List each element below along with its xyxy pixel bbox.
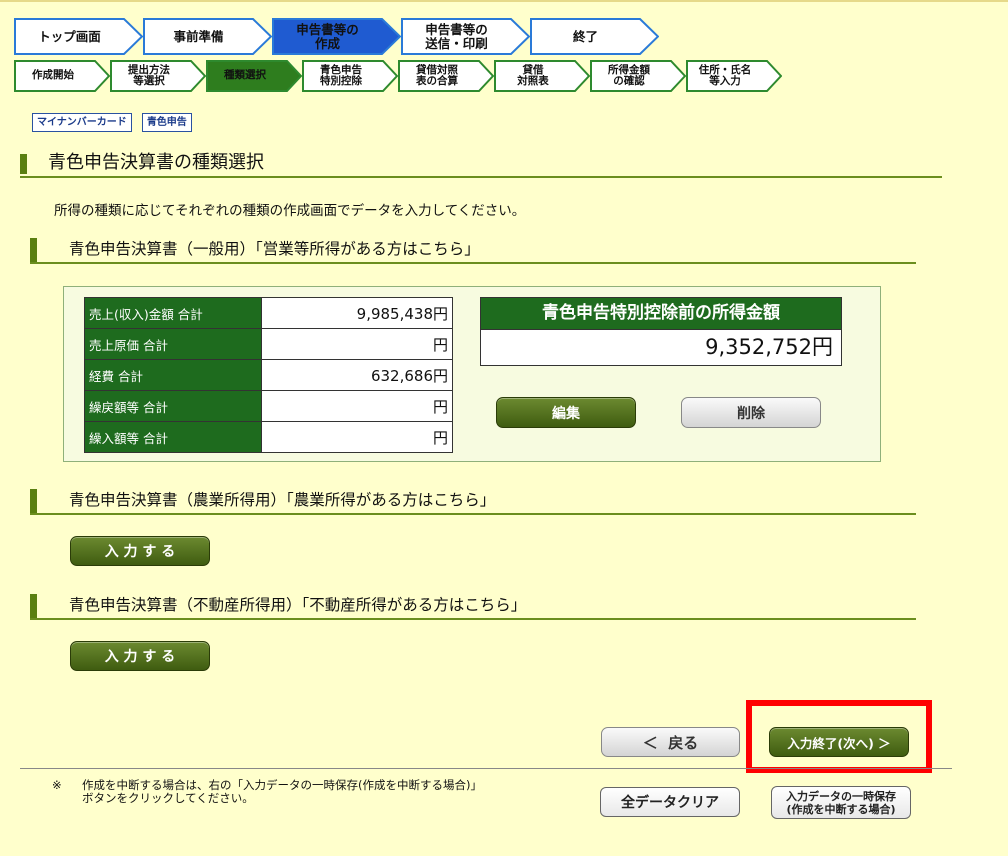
intro-text: 所得の種類に応じてそれぞれの種類の作成画面でデータを入力してください。: [54, 203, 526, 219]
substep-label: 青色申告 特別控除: [320, 63, 362, 87]
title-bar-marker: [20, 154, 27, 174]
filing-badges: マイナンバーカード 青色申告: [32, 113, 192, 132]
substep-blue-deduction: 青色申告 特別控除: [302, 60, 398, 92]
note-text: 作成を中断する場合は、右の「入力データの一時保存(作成を中断する場合)」ボタンを…: [82, 778, 482, 805]
agriculture-section-title: 青色申告決算書（農業所得用）「農業所得がある方はこちら」: [69, 491, 496, 509]
substep-income-confirm: 所得金額 の確認: [590, 60, 686, 92]
income-summary: 青色申告特別控除前の所得金額 9,352,752円: [480, 297, 842, 366]
row-value: 円: [261, 328, 453, 360]
step-label: トップ画面: [38, 28, 101, 44]
row-label: 繰戻額等 合計: [84, 390, 262, 422]
note-mark: ※: [52, 778, 62, 792]
temp-save-line1: 入力データの一時保存: [786, 789, 896, 803]
section-bar-marker: [30, 238, 37, 262]
sub-progress-steps: 作成開始 提出方法 等選択 種類選択 青色申告 特別控除 貸借対照 表の合算 貸…: [14, 60, 782, 92]
row-label: 繰入額等 合計: [84, 421, 262, 453]
table-row: 売上(収入)金額 合計 9,985,438円: [84, 297, 453, 329]
agriculture-section-heading: 青色申告決算書（農業所得用）「農業所得がある方はこちら」: [30, 489, 916, 515]
temp-save-button[interactable]: 入力データの一時保存 (作成を中断する場合): [771, 786, 911, 819]
row-label: 売上原価 合計: [84, 328, 262, 360]
realestate-section-title: 青色申告決算書（不動産所得用）「不動産所得がある方はこちら」: [69, 596, 527, 614]
table-row: 売上原価 合計円: [84, 328, 453, 360]
step-create: 申告書等の 作成: [272, 18, 401, 55]
substep-balance-sheet: 貸借 対照表: [494, 60, 590, 92]
table-row: 繰入額等 合計円: [84, 421, 453, 453]
substep-label: 貸借対照 表の合算: [416, 63, 458, 87]
general-section-heading: 青色申告決算書（一般用）「営業等所得がある方はこちら」: [30, 238, 916, 264]
step-top[interactable]: トップ画面: [14, 18, 143, 55]
substep-label: 貸借 対照表: [517, 63, 549, 87]
step-label: 申告書等の 送信・印刷: [425, 22, 488, 51]
substep-start[interactable]: 作成開始: [14, 60, 110, 92]
row-value: 円: [261, 421, 453, 453]
realestate-input-button[interactable]: 入 力 す る: [70, 641, 210, 671]
general-summary-box: 売上(収入)金額 合計 9,985,438円 売上原価 合計円 経費 合計 632,…: [63, 286, 881, 462]
agriculture-input-button[interactable]: 入 力 す る: [70, 536, 210, 566]
back-button[interactable]: ＜ 戻る: [601, 727, 740, 757]
table-row: 繰戻額等 合計円: [84, 390, 453, 422]
income-label: 青色申告特別控除前の所得金額: [480, 297, 842, 330]
substep-submission-method[interactable]: 提出方法 等選択: [110, 60, 206, 92]
substep-label: 提出方法 等選択: [128, 63, 170, 87]
substep-label: 住所・氏名 等入力: [698, 63, 752, 87]
income-value: 9,352,752円: [480, 330, 842, 366]
step-preparation[interactable]: 事前準備: [143, 18, 272, 55]
step-finish: 終了: [530, 18, 659, 55]
blue-return-badge: 青色申告: [141, 113, 192, 132]
substep-label: 種類選択: [224, 69, 266, 82]
row-label: 経費 合計: [84, 359, 262, 391]
top-border: [0, 0, 1008, 2]
row-label: 売上(収入)金額 合計: [84, 297, 262, 329]
step-label: 終了: [572, 28, 598, 44]
mynumber-badge: マイナンバーカード: [32, 113, 132, 132]
footer-note: ※ 作成を中断する場合は、右の「入力データの一時保存(作成を中断する場合)」ボタ…: [52, 779, 492, 805]
temp-save-line2: (作成を中断する場合): [786, 802, 896, 816]
table-row: 経費 合計 632,686円: [84, 359, 453, 391]
step-label: 申告書等の 作成: [296, 22, 359, 51]
general-section-title: 青色申告決算書（一般用）「営業等所得がある方はこちら」: [69, 240, 480, 258]
substep-type-select: 種類選択: [206, 60, 302, 92]
delete-button[interactable]: 削除: [681, 397, 821, 428]
row-value: 円: [261, 390, 453, 422]
clear-all-data-button[interactable]: 全データクリア: [600, 787, 740, 817]
step-label: 事前準備: [173, 28, 224, 44]
section-bar-marker: [30, 489, 37, 513]
row-value: 9,985,438円: [261, 297, 453, 329]
section-bar-marker: [30, 594, 37, 618]
general-summary-table: 売上(収入)金額 合計 9,985,438円 売上原価 合計円 経費 合計 632,…: [84, 297, 453, 453]
substep-label: 所得金額 の確認: [608, 63, 650, 87]
realestate-section-heading: 青色申告決算書（不動産所得用）「不動産所得がある方はこちら」: [30, 594, 916, 620]
substep-balance-total: 貸借対照 表の合算: [398, 60, 494, 92]
progress-steps: トップ画面 事前準備 申告書等の 作成 申告書等の 送信・印刷 終了: [14, 18, 659, 55]
edit-button[interactable]: 編集: [496, 397, 636, 428]
footer-divider: [20, 768, 952, 769]
page-title: 青色申告決算書の種類選択: [48, 152, 264, 173]
step-send-print: 申告書等の 送信・印刷: [401, 18, 530, 55]
substep-address-name: 住所・氏名 等入力: [686, 60, 782, 92]
row-value: 632,686円: [261, 359, 453, 391]
page-title-block: 青色申告決算書の種類選択: [20, 152, 942, 178]
substep-label: 作成開始: [32, 69, 74, 82]
highlight-frame: [746, 700, 932, 773]
